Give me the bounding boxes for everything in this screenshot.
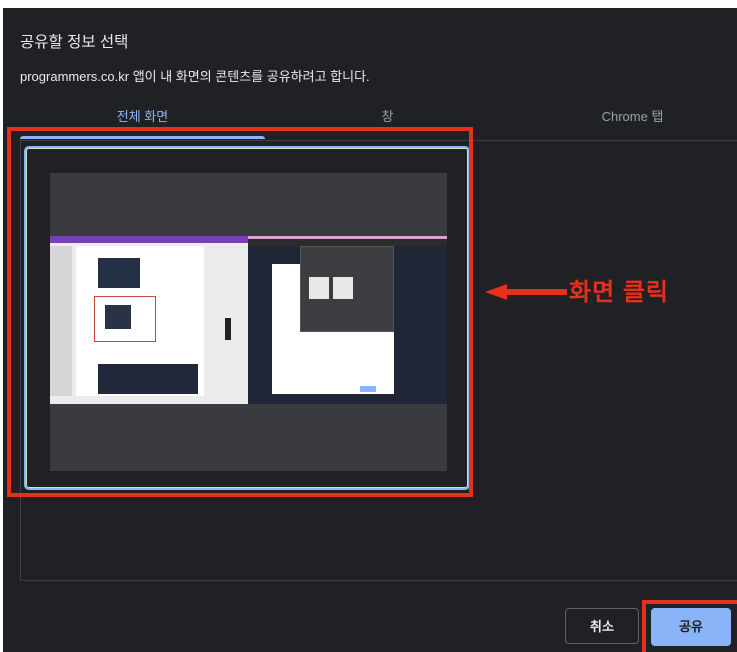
dialog-title: 공유할 정보 선택 — [20, 34, 129, 51]
tab-chrome-tab[interactable]: Chrome 탭 — [510, 102, 737, 139]
tab-bar: 전체 화면 창 Chrome 탭 — [20, 102, 737, 141]
share-dialog: 공유할 정보 선택 programmers.co.kr 앱이 내 화면의 콘텐츠… — [3, 8, 737, 652]
cancel-button[interactable]: 취소 — [565, 608, 639, 644]
entire-screen-tile[interactable] — [24, 146, 470, 490]
screen-preview-thumbnail — [50, 173, 447, 471]
source-list — [20, 140, 737, 581]
annotation-label: 화면 클릭 — [569, 279, 669, 306]
preview-left-screen — [50, 236, 248, 404]
tab-entire-screen[interactable]: 전체 화면 — [20, 102, 265, 139]
preview-right-screen — [248, 236, 447, 404]
share-button[interactable]: 공유 — [651, 608, 731, 646]
dialog-subtitle: programmers.co.kr 앱이 내 화면의 콘텐츠를 공유하려고 합니… — [20, 69, 370, 84]
tab-window[interactable]: 창 — [265, 102, 510, 139]
